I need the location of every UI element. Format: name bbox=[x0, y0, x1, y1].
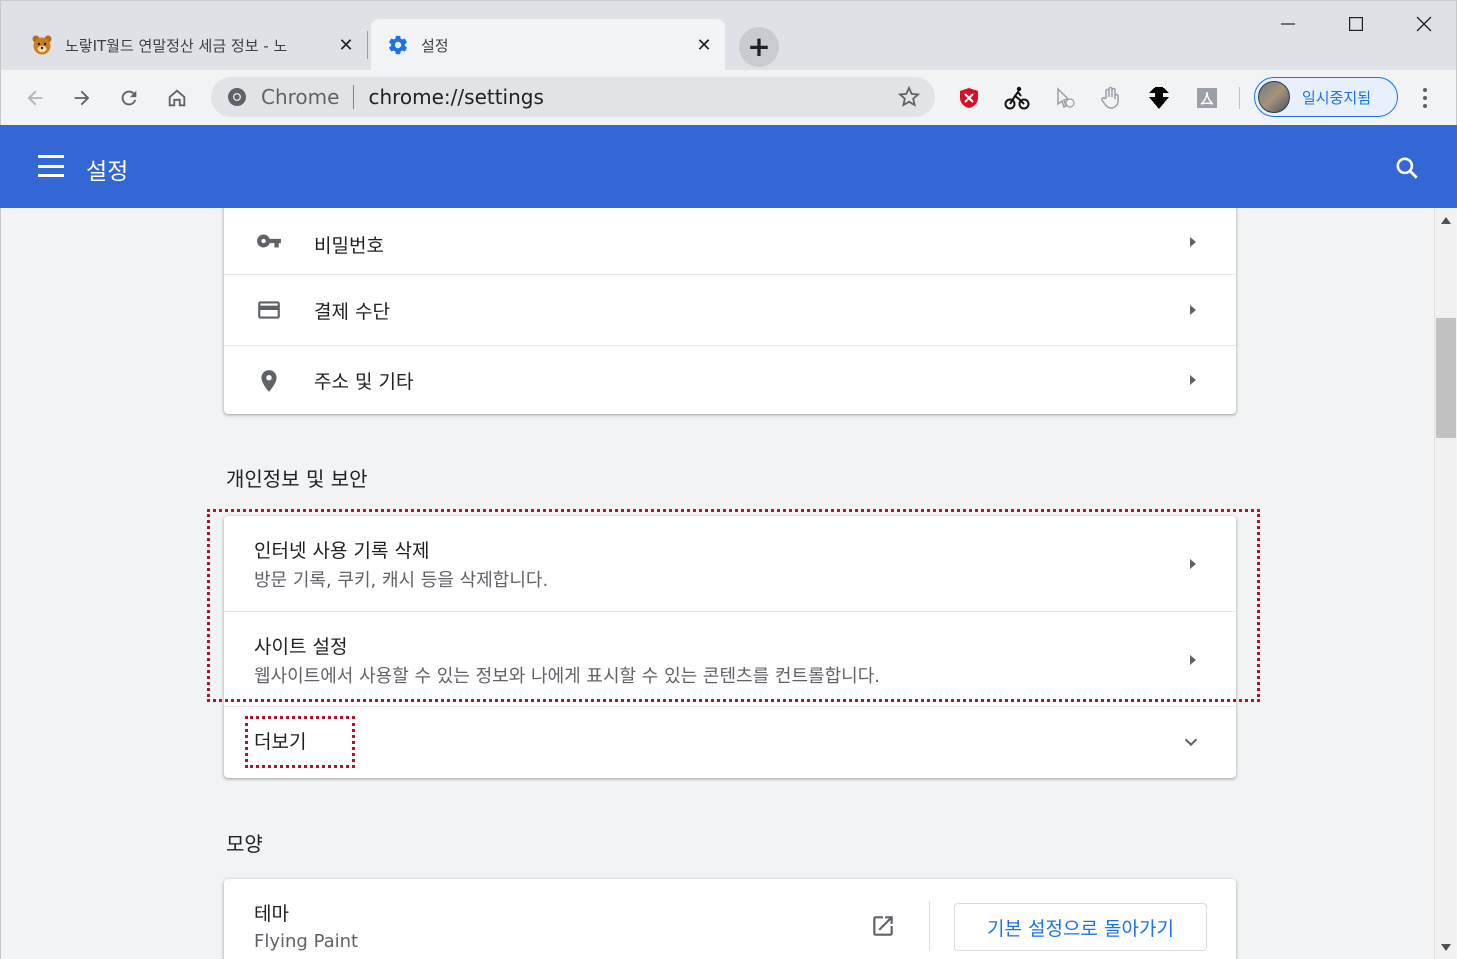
shield-extension-icon[interactable] bbox=[955, 84, 983, 112]
more-expander-row[interactable]: 더보기 bbox=[224, 706, 1236, 778]
credit-card-icon bbox=[256, 297, 282, 323]
clear-browsing-data-title: 인터넷 사용 기록 삭제 bbox=[254, 540, 430, 562]
site-settings-row[interactable]: 사이트 설정 웹사이트에서 사용할 수 있는 정보와 나에게 표시할 수 있는 … bbox=[224, 611, 1236, 706]
bookmark-star-icon[interactable] bbox=[897, 85, 921, 109]
theme-label: 테마 bbox=[254, 903, 289, 925]
site-chip: Chrome bbox=[261, 85, 340, 109]
clear-browsing-data-subtitle: 방문 기록, 쿠키, 캐시 등을 삭제합니다. bbox=[254, 570, 549, 591]
more-menu-icon[interactable] bbox=[1411, 84, 1439, 112]
appearance-card: 테마 Flying Paint 기본 설정으로 돌아가기 bbox=[224, 879, 1236, 959]
tab-noral-it-world[interactable]: 노랗IT월드 연말정산 세금 정보 - 노 ✕ bbox=[15, 19, 367, 71]
chrome-icon bbox=[228, 88, 246, 106]
forward-arrow-icon[interactable] bbox=[62, 78, 102, 118]
key-icon bbox=[256, 228, 282, 254]
site-settings-subtitle: 웹사이트에서 사용할 수 있는 정보와 나에게 표시할 수 있는 콘텐츠를 컨트… bbox=[254, 666, 880, 687]
pdf-extension-icon[interactable] bbox=[1193, 84, 1221, 112]
toolbar-divider bbox=[1239, 87, 1240, 109]
close-window-icon[interactable] bbox=[1401, 9, 1447, 39]
cursor-extension-icon[interactable] bbox=[1051, 84, 1079, 112]
addresses-label: 주소 및 기타 bbox=[314, 371, 414, 393]
search-icon[interactable] bbox=[1394, 155, 1420, 181]
url-text[interactable]: chrome://settings bbox=[368, 85, 897, 109]
arrow-right-icon bbox=[1190, 559, 1196, 569]
page-scrollbar[interactable] bbox=[1434, 208, 1456, 959]
tab-divider bbox=[367, 31, 368, 59]
back-arrow-icon[interactable] bbox=[15, 78, 55, 118]
tab-settings[interactable]: 설정 ✕ bbox=[371, 19, 725, 71]
arrow-right-icon bbox=[1190, 237, 1196, 247]
tab-strip: 노랗IT월드 연말정산 세금 정보 - 노 ✕ 설정 ✕ + bbox=[0, 0, 1457, 71]
arrow-right-icon bbox=[1190, 375, 1196, 385]
site-settings-title: 사이트 설정 bbox=[254, 636, 348, 658]
open-in-new-icon[interactable] bbox=[870, 913, 896, 939]
privacy-section-title: 개인정보 및 보안 bbox=[226, 467, 368, 491]
arrow-right-icon bbox=[1190, 305, 1196, 315]
autofill-card: 비밀번호 결제 수단 주소 및 기타 bbox=[224, 208, 1236, 414]
scroll-up-arrow-icon[interactable] bbox=[1441, 217, 1451, 224]
minimize-icon[interactable] bbox=[1265, 9, 1311, 39]
cyclist-extension-icon[interactable] bbox=[1003, 84, 1031, 112]
new-tab-button[interactable]: + bbox=[739, 27, 779, 67]
passwords-label: 비밀번호 bbox=[314, 235, 384, 257]
addresses-row[interactable]: 주소 및 기타 bbox=[224, 345, 1236, 414]
payment-methods-row[interactable]: 결제 수단 bbox=[224, 274, 1236, 345]
theme-row: 테마 Flying Paint 기본 설정으로 돌아가기 bbox=[224, 879, 1236, 959]
payment-methods-label: 결제 수단 bbox=[314, 301, 390, 323]
profile-status-label: 일시중지됨 bbox=[1302, 88, 1372, 107]
privacy-card: 인터넷 사용 기록 삭제 방문 기록, 쿠키, 캐시 등을 삭제합니다. 사이트… bbox=[224, 516, 1236, 778]
appearance-section-title: 모양 bbox=[226, 832, 263, 856]
tab-title: 노랗IT월드 연말정산 세금 정보 - 노 bbox=[65, 36, 288, 55]
location-pin-icon bbox=[256, 368, 282, 394]
page-title: 설정 bbox=[86, 159, 129, 185]
arrow-right-icon bbox=[1190, 655, 1196, 665]
browser-toolbar: Chrome chrome://settings 일시중지됨 bbox=[0, 70, 1457, 125]
settings-header: 설정 bbox=[0, 125, 1457, 208]
tab-close-icon[interactable]: ✕ bbox=[693, 34, 715, 56]
avatar bbox=[1258, 81, 1290, 113]
settings-content: 비밀번호 결제 수단 주소 및 기타 개인정보 및 보안 인터넷 사용 기록 삭… bbox=[0, 208, 1434, 959]
scroll-down-arrow-icon[interactable] bbox=[1441, 944, 1451, 951]
address-bar[interactable]: Chrome chrome://settings bbox=[211, 77, 935, 117]
tab-close-icon[interactable]: ✕ bbox=[335, 34, 357, 56]
hamburger-menu-icon[interactable] bbox=[38, 155, 64, 177]
more-label: 더보기 bbox=[254, 731, 307, 753]
home-icon[interactable] bbox=[157, 78, 197, 118]
bear-icon bbox=[31, 34, 53, 56]
divider bbox=[929, 901, 930, 951]
clear-browsing-data-row[interactable]: 인터넷 사용 기록 삭제 방문 기록, 쿠키, 캐시 등을 삭제합니다. bbox=[224, 516, 1236, 611]
chevron-down-icon bbox=[1184, 738, 1198, 747]
download-extension-icon[interactable] bbox=[1145, 84, 1173, 112]
theme-value: Flying Paint bbox=[254, 931, 359, 952]
omnibox-divider bbox=[353, 85, 355, 109]
tab-title: 설정 bbox=[421, 36, 449, 55]
profile-button[interactable]: 일시중지됨 bbox=[1254, 77, 1398, 117]
hand-extension-icon[interactable] bbox=[1097, 84, 1125, 112]
reset-theme-button[interactable]: 기본 설정으로 돌아가기 bbox=[954, 903, 1207, 951]
reload-icon[interactable] bbox=[109, 78, 149, 118]
scrollbar-thumb[interactable] bbox=[1436, 318, 1456, 438]
gear-icon bbox=[387, 34, 409, 56]
maximize-icon[interactable] bbox=[1333, 9, 1379, 39]
passwords-row[interactable]: 비밀번호 bbox=[224, 208, 1236, 274]
